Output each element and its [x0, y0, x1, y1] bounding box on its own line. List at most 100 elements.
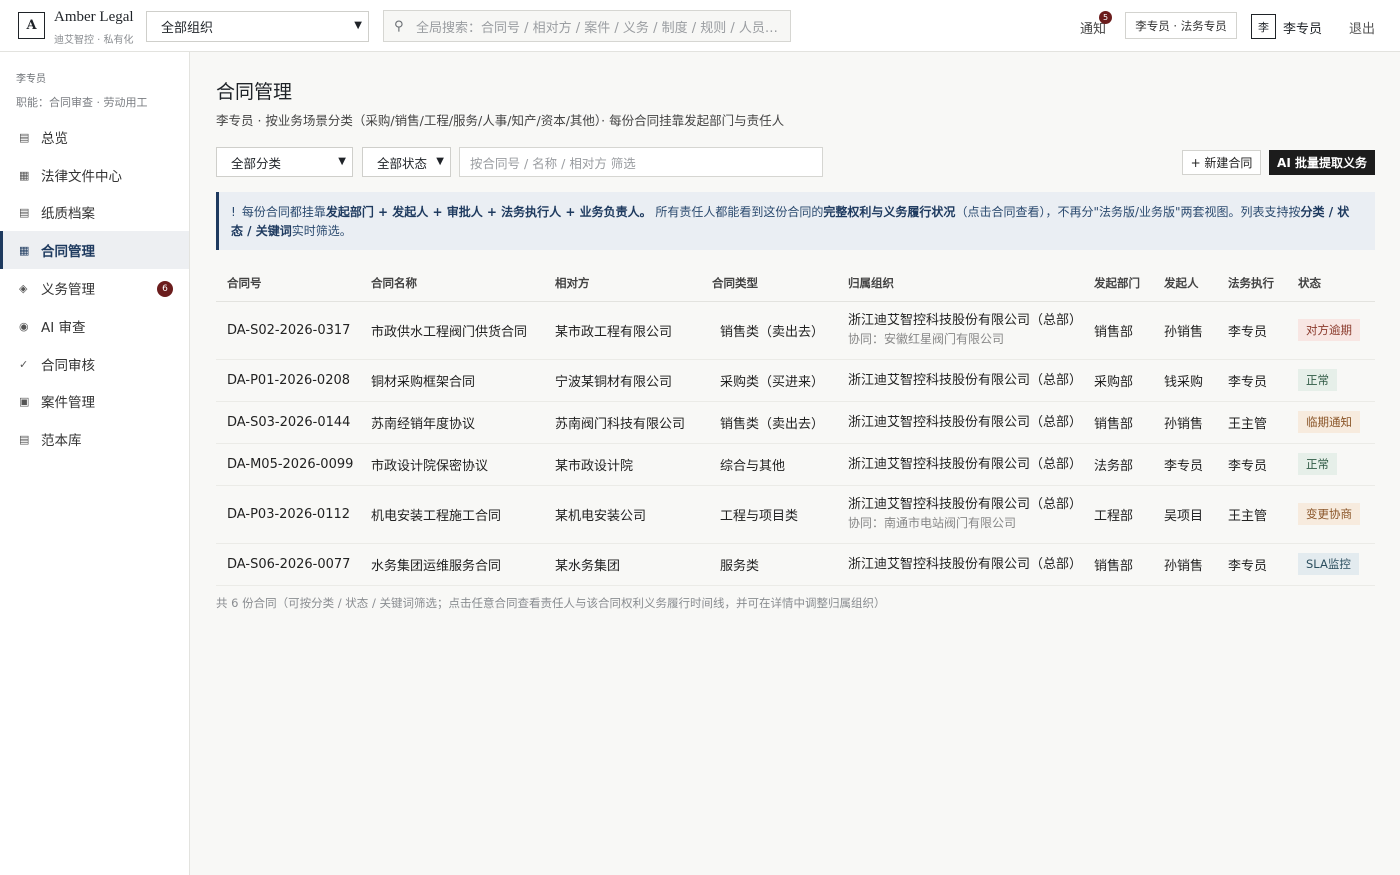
sidebar-item-cases[interactable]: ▣ 案件管理 [0, 382, 189, 420]
contract-name[interactable]: 机电安装工程施工合同 [360, 485, 544, 544]
sidebar-item-ai-review[interactable]: ◉ AI 审查 [0, 307, 189, 345]
info-notice: ! 每份合同都挂靠发起部门 + 发起人 + 审批人 + 法务执行人 + 业务负责人… [216, 192, 1375, 250]
notice-text: （点击合同查看），不再分"法务版/业务版"两套视图。列表支持按 [955, 205, 1301, 219]
sidebar-item-label: 纸质档案 [41, 206, 95, 222]
initiator: 孙销售 [1153, 543, 1217, 586]
status-badge: SLA监控 [1298, 553, 1359, 575]
sidebar-item-contract-approval[interactable]: ✓ 合同审核 [0, 345, 189, 383]
list-icon: ▤ [19, 130, 30, 144]
sidebar-user: 李专员 [16, 74, 46, 85]
sidebar-item-label: 范本库 [41, 433, 82, 449]
contract-name[interactable]: 铜材采购框架合同 [360, 359, 544, 402]
ai-extract-obligations-button[interactable]: AI 批量提取义务 [1269, 150, 1375, 175]
status-badge: 临期通知 [1298, 411, 1360, 433]
co-org: 协同：南通市电站阀门有限公司 [848, 516, 1017, 530]
sidebar-item-label: 法律文件中心 [41, 169, 122, 185]
contract-filter-input[interactable]: 按合同号 / 名称 / 相对方 筛选 [459, 147, 823, 177]
status-badge: 对方逾期 [1298, 319, 1360, 341]
obligations-count-badge: 6 [157, 281, 173, 297]
global-search-input[interactable]: ⚲ 全局搜索：合同号 / 相对方 / 案件 / 义务 / 制度 / 规则 / 人… [383, 10, 791, 42]
brand-tagline: 迪艾智控 · 私有化 [54, 35, 134, 46]
status-filter-value: 全部状态 [377, 155, 428, 171]
category-filter-select[interactable]: 全部分类 ▼ [216, 147, 353, 177]
notice-text: 实时筛选。 [291, 224, 352, 238]
table-row[interactable]: DA-P03-2026-0112 机电安装工程施工合同 某机电安装公司 工程与项… [216, 485, 1375, 544]
sidebar-item-templates[interactable]: ▤ 范本库 [0, 420, 189, 458]
target-icon: ◉ [19, 319, 29, 333]
column-header[interactable]: 法务执行 [1217, 265, 1287, 302]
column-header[interactable]: 发起部门 [1083, 265, 1153, 302]
sidebar-item-obligations[interactable]: ◈ 义务管理 6 [0, 269, 189, 307]
page-subtitle: 李专员 · 按业务场景分类（采购/销售/工程/服务/人事/知产/资本/其他）· … [216, 113, 785, 128]
contract-id[interactable]: DA-P03-2026-0112 [216, 485, 360, 544]
status-badge: 正常 [1298, 369, 1337, 391]
table-row[interactable]: DA-S02-2026-0317 市政供水工程阀门供货合同 某市政工程有限公司 … [216, 301, 1375, 360]
org-select[interactable]: 全部组织 ▼ [146, 11, 369, 42]
user-name[interactable]: 李专员 [1283, 18, 1322, 37]
notice-emphasis: 法务执行人 [501, 205, 562, 219]
column-header[interactable]: 状态 [1287, 265, 1375, 302]
sidebar-item-label: 义务管理 [41, 282, 95, 298]
counterparty: 某市政工程有限公司 [544, 301, 701, 360]
notice-emphasis: 业务负责人。 [579, 205, 652, 219]
contract-id[interactable]: DA-M05-2026-0099 [216, 443, 360, 486]
column-header[interactable]: 合同名称 [360, 265, 544, 302]
notification-button[interactable]: 通知 5 [1080, 11, 1112, 37]
counterparty: 苏南阀门科技有限公司 [544, 401, 701, 444]
contract-name[interactable]: 苏南经销年度协议 [360, 401, 544, 444]
status-cell: SLA监控 [1287, 543, 1375, 586]
logout-link[interactable]: 退出 [1349, 18, 1375, 37]
owning-org: 浙江迪艾智控科技股份有限公司（总部） 协同：南通市电站阀门有限公司 [837, 485, 1083, 544]
contract-type: 采购类（买进来） [701, 359, 837, 402]
department: 法务部 [1083, 443, 1153, 486]
contract-id[interactable]: DA-S06-2026-0077 [216, 543, 360, 586]
department: 采购部 [1083, 359, 1153, 402]
column-header[interactable]: 归属组织 [837, 265, 1083, 302]
contract-type: 服务类 [701, 543, 837, 586]
notice-separator: + [482, 205, 502, 219]
contract-name[interactable]: 市政设计院保密协议 [360, 443, 544, 486]
contract-id[interactable]: DA-P01-2026-0208 [216, 359, 360, 402]
list-icon: ▤ [19, 205, 30, 219]
department: 销售部 [1083, 401, 1153, 444]
category-filter-value: 全部分类 [231, 155, 282, 171]
contract-type: 工程与项目类 [701, 485, 837, 544]
contract-type: 综合与其他 [701, 443, 837, 486]
contract-name[interactable]: 市政供水工程阀门供货合同 [360, 301, 544, 360]
table-row[interactable]: DA-P01-2026-0208 铜材采购框架合同 宁波某铜材有限公司 采购类（… [216, 359, 1375, 402]
status-filter-select[interactable]: 全部状态 ▼ [362, 147, 451, 177]
grid-icon: ▦ [19, 243, 30, 257]
contract-id[interactable]: DA-S03-2026-0144 [216, 401, 360, 444]
column-header[interactable]: 相对方 [544, 265, 701, 302]
column-header[interactable]: 发起人 [1153, 265, 1217, 302]
column-header[interactable]: 合同号 [216, 265, 360, 302]
contract-name[interactable]: 水务集团运维服务合同 [360, 543, 544, 586]
initiator: 钱采购 [1153, 359, 1217, 402]
sidebar-item-legal-docs[interactable]: ▦ 法律文件中心 [0, 156, 189, 194]
table-row[interactable]: DA-M05-2026-0099 市政设计院保密协议 某市政设计院 综合与其他 … [216, 443, 1375, 486]
status-cell: 对方逾期 [1287, 301, 1375, 360]
status-cell: 正常 [1287, 443, 1375, 486]
logo[interactable]: A [18, 12, 45, 39]
org-name: 浙江迪艾智控科技股份有限公司（总部） [848, 497, 1083, 512]
table-row[interactable]: DA-S06-2026-0077 水务集团运维服务合同 某水务集团 服务类 浙江… [216, 543, 1375, 586]
sidebar-item-overview[interactable]: ▤ 总览 [0, 118, 189, 156]
initiator: 李专员 [1153, 443, 1217, 486]
department: 销售部 [1083, 301, 1153, 360]
column-header[interactable]: 合同类型 [701, 265, 837, 302]
contract-id[interactable]: DA-S02-2026-0317 [216, 301, 360, 360]
table-row[interactable]: DA-S03-2026-0144 苏南经销年度协议 苏南阀门科技有限公司 销售类… [216, 401, 1375, 444]
sidebar-item-contracts[interactable]: ▦ 合同管理 [0, 231, 189, 269]
brand-name: Amber Legal [54, 9, 134, 25]
counterparty: 某水务集团 [544, 543, 701, 586]
contract-type: 销售类（卖出去） [701, 401, 837, 444]
search-icon: ⚲ [394, 18, 404, 34]
department: 销售部 [1083, 543, 1153, 586]
org-name: 浙江迪艾智控科技股份有限公司（总部） [848, 313, 1083, 328]
role-switcher[interactable]: 李专员 · 法务专员 [1125, 12, 1237, 39]
sidebar-item-paper-archive[interactable]: ▤ 纸质档案 [0, 193, 189, 231]
avatar[interactable]: 李 [1251, 14, 1276, 39]
sidebar-item-label: 案件管理 [41, 395, 95, 411]
new-contract-button[interactable]: + 新建合同 [1182, 150, 1261, 175]
org-name: 浙江迪艾智控科技股份有限公司（总部） [848, 556, 1083, 572]
